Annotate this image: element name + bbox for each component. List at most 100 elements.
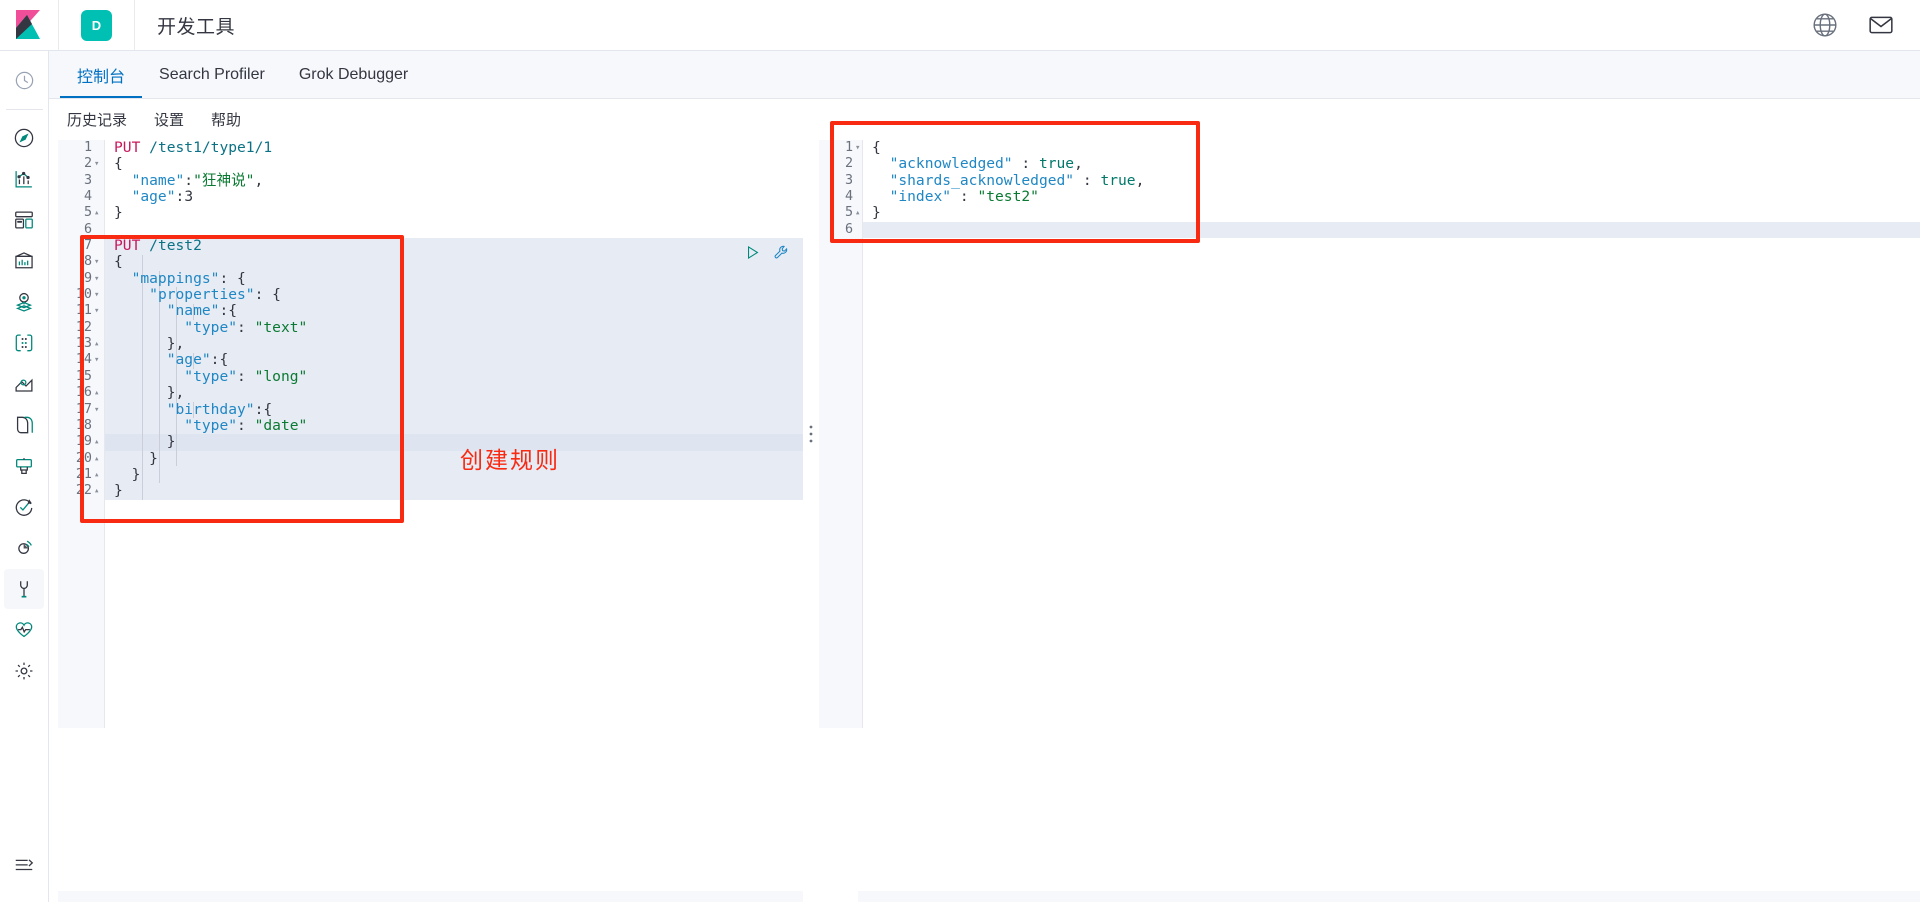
code-line-text: "type": "text" (184, 318, 308, 336)
line-number: 1 (844, 140, 853, 155)
code-line: 21 ▴ } (58, 465, 803, 483)
line-number: 2 (83, 156, 92, 172)
code-line: 2 "acknowledged" : true, (819, 156, 1920, 172)
sidebar-item-discover[interactable] (4, 118, 44, 158)
code-line-text: "acknowledged" : true, (889, 155, 1083, 173)
line-number: 7 (83, 238, 92, 254)
response-horizontal-scrollbar[interactable] (858, 891, 1920, 902)
code-line: 15 "type": "long" (58, 368, 803, 385)
code-line-text: "name":{ (166, 302, 238, 320)
code-line-text: { (114, 155, 123, 173)
help-button[interactable]: 帮助 (211, 109, 241, 130)
history-button[interactable]: 历史记录 (67, 109, 127, 130)
sidebar-item-visualize[interactable] (4, 159, 44, 199)
code-line-text: "type": "date" (184, 416, 308, 434)
fold-toggle-icon[interactable]: ▴ (94, 205, 103, 221)
sidebar-item-dashboard[interactable] (4, 200, 44, 240)
line-number: 1 (83, 140, 92, 155)
sidebar-item-dev-tools[interactable] (4, 569, 44, 609)
code-line: 19 ▴ } (58, 434, 803, 450)
request-code[interactable]: 1 PUT /test1/type1/1 2 ▾{3 "name":"狂神说", 4 "… (58, 139, 803, 500)
tab-grok-debugger[interactable]: Grok Debugger (282, 51, 425, 98)
code-line-text: }, (166, 335, 185, 353)
space-avatar[interactable]: D (81, 9, 112, 41)
app-header: D 开发工具 (0, 0, 1920, 51)
sidebar-item-recent[interactable] (4, 60, 44, 100)
fold-toggle-icon[interactable]: ▾ (855, 140, 864, 156)
fold-toggle-icon[interactable]: ▴ (94, 336, 103, 352)
dev-tools-tabs: 控制台 Search Profiler Grok Debugger (49, 51, 1920, 99)
fold-toggle-icon[interactable]: ▴ (94, 483, 103, 499)
fold-toggle-icon[interactable]: ▾ (94, 254, 103, 270)
code-line: 17 ▾ "birthday":{ (58, 401, 803, 418)
request-horizontal-scrollbar[interactable] (58, 891, 803, 902)
code-line-text: } (131, 465, 141, 483)
sidebar-item-maps[interactable] (4, 282, 44, 322)
line-number: 17 (75, 401, 92, 417)
mail-icon[interactable] (1868, 12, 1894, 38)
console-editors: 1 PUT /test1/type1/1 2 ▾{3 "name":"狂神说", 4 "… (58, 139, 1920, 728)
primary-navigation (0, 51, 49, 902)
sidebar-item-machine-learning[interactable] (4, 323, 44, 363)
line-number: 3 (844, 172, 853, 188)
play-icon[interactable] (744, 244, 761, 261)
editor-splitter[interactable] (803, 140, 819, 728)
line-number: 18 (75, 417, 92, 433)
kibana-dev-tools-console: D 开发工具 控制台 Search Profiler Grok Debugger… (0, 0, 1920, 902)
sidebar-item-uptime[interactable] (4, 487, 44, 527)
header-divider-2 (134, 0, 135, 50)
sidebar-item-monitoring[interactable] (4, 610, 44, 650)
help-icon[interactable] (1812, 12, 1838, 38)
fold-toggle-icon[interactable]: ▴ (94, 451, 103, 467)
line-number: 15 (75, 368, 92, 384)
response-code[interactable]: 1 ▾{2 "acknowledged" : true, 3 "shards_ack… (819, 139, 1920, 238)
response-editor[interactable]: 1 ▾{2 "acknowledged" : true, 3 "shards_ack… (819, 139, 1920, 728)
line-number: 12 (75, 319, 92, 335)
sidebar-item-canvas[interactable] (4, 241, 44, 281)
code-line: 18 "type": "date" (58, 416, 803, 434)
sidebar-item-apm[interactable] (4, 446, 44, 486)
fold-toggle-icon[interactable]: ▴ (94, 385, 103, 401)
line-number: 11 (75, 303, 92, 319)
sidebar-item-siem[interactable] (4, 528, 44, 568)
sidebar-item-infrastructure[interactable] (4, 364, 44, 404)
code-line: 10 ▾ "properties": { (58, 286, 803, 303)
fold-toggle-icon[interactable]: ▴ (855, 205, 864, 221)
code-line-text: "index" : "test2" (889, 188, 1039, 206)
fold-toggle-icon[interactable]: ▾ (94, 402, 103, 418)
tab-search-profiler[interactable]: Search Profiler (142, 51, 282, 98)
header-divider-1 (58, 0, 59, 50)
line-number: 16 (75, 385, 92, 401)
fold-toggle-icon[interactable]: ▾ (94, 303, 103, 319)
fold-toggle-icon[interactable]: ▾ (94, 352, 103, 368)
collapse-nav-icon[interactable] (4, 844, 44, 884)
code-line: 7 PUT /test2 (58, 237, 803, 254)
code-line-text: } (166, 433, 176, 451)
code-line: 22 ▴} (58, 483, 803, 499)
code-line: 1 ▾ { (819, 139, 1920, 156)
fold-toggle-icon[interactable]: ▴ (94, 434, 103, 450)
code-line: 12 "type": "text" (58, 318, 803, 336)
sidebar-item-logs[interactable] (4, 405, 44, 445)
code-line-text: } (872, 204, 881, 222)
code-line-text: "mappings": { (131, 269, 246, 287)
kibana-logo[interactable] (0, 0, 58, 50)
code-line: 2 ▾ { (58, 156, 803, 172)
fold-toggle-icon[interactable]: ▾ (94, 271, 103, 287)
line-number: 13 (75, 336, 92, 352)
tab-console[interactable]: 控制台 (60, 51, 142, 98)
wrench-icon[interactable] (773, 244, 790, 261)
fold-toggle-icon[interactable]: ▾ (94, 287, 103, 303)
request-editor[interactable]: 1 PUT /test1/type1/1 2 ▾{3 "name":"狂神说", 4 "… (58, 139, 803, 728)
code-line: 6 (58, 222, 803, 238)
code-line-text: }, (166, 384, 185, 402)
fold-toggle-icon[interactable]: ▾ (94, 156, 103, 172)
code-line-text: "age":3 (131, 188, 194, 206)
code-line: 13 ▴ }, (58, 335, 803, 353)
code-line: 5 ▴} (819, 205, 1920, 221)
line-number: 9 (83, 270, 92, 286)
code-line-text: } (149, 449, 158, 467)
fold-toggle-icon[interactable]: ▴ (94, 467, 103, 483)
sidebar-item-management[interactable] (4, 651, 44, 691)
settings-button[interactable]: 设置 (154, 109, 184, 130)
